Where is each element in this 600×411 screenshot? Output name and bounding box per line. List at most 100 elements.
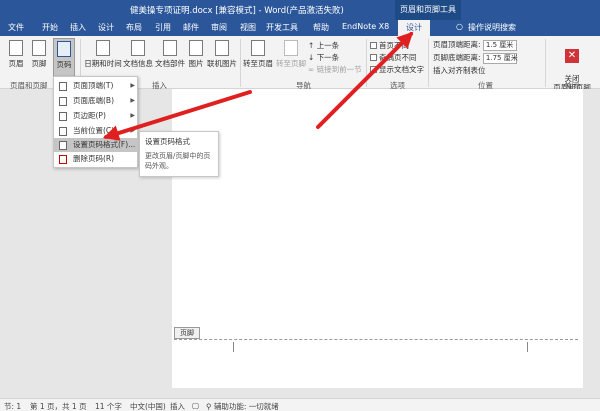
first-page-diff-checkbox[interactable]: 首页不同: [370, 40, 409, 51]
checkbox-icon: [370, 66, 377, 73]
context-tools-label: 页眉和页脚工具: [395, 0, 461, 20]
status-language[interactable]: 中文(中国): [130, 401, 166, 411]
header-icon: [9, 40, 23, 56]
insert-align-tab-button[interactable]: 插入对齐制表位: [433, 65, 486, 76]
tab-file[interactable]: 文件: [8, 22, 24, 33]
header-label: 页眉: [8, 59, 24, 68]
tab-design[interactable]: 设计: [98, 22, 114, 33]
menu-item-label: 当前位置(C): [73, 126, 115, 135]
chevron-right-icon: ▶: [130, 112, 135, 119]
footer-button[interactable]: 页脚: [29, 40, 49, 69]
tab-endnote[interactable]: EndNote X8: [342, 22, 389, 31]
doc-parts-label: 文档部件: [155, 59, 185, 68]
chevron-right-icon: ▶: [130, 82, 135, 89]
current-position-icon: [59, 127, 67, 136]
format-page-numbers-tooltip: 设置页码格式 更改页眉/页脚中的页码外观。: [139, 131, 219, 177]
accessibility-icon: ⚲: [206, 402, 212, 411]
checkbox-icon: [370, 42, 377, 49]
tab-home[interactable]: 开始: [42, 22, 58, 33]
tell-me-search[interactable]: 操作说明搜索: [468, 22, 516, 33]
tab-help[interactable]: 帮助: [313, 22, 329, 33]
menu-item-remove-page-numbers[interactable]: 删除页码(R): [54, 152, 139, 166]
link-prev-button[interactable]: ∞ 链接到前一节: [308, 64, 362, 75]
odd-even-diff-checkbox[interactable]: 奇偶页不同: [370, 52, 417, 63]
chevron-right-icon: ▶: [130, 127, 135, 134]
footer-icon: [32, 40, 46, 56]
tooltip-title: 设置页码格式: [145, 137, 190, 146]
goto-footer-button[interactable]: 转至页脚: [276, 40, 306, 69]
tab-view[interactable]: 视图: [240, 22, 256, 33]
page-top-icon: [59, 82, 67, 91]
arrow-down-icon: ↓: [308, 53, 315, 62]
odd-even-diff-label: 奇偶页不同: [379, 53, 417, 62]
footer-bottom-distance: 页脚底端距离: 1.75 厘米: [433, 52, 518, 64]
header-button[interactable]: 页眉: [6, 40, 26, 69]
separator: [545, 39, 546, 87]
page-bottom-icon: [59, 97, 67, 106]
tab-layout[interactable]: 布局: [126, 22, 142, 33]
menu-item-top-of-page[interactable]: 页面顶端(T) ▶: [54, 79, 139, 93]
header-top-distance: 页眉顶端距离: 1.5 厘米: [433, 39, 517, 51]
goto-footer-icon: [284, 40, 298, 56]
tab-hf-design[interactable]: 设计: [398, 20, 430, 36]
page-margins-icon: [59, 112, 67, 121]
first-page-diff-label: 首页不同: [379, 41, 409, 50]
menu-item-label: 页面底端(B): [73, 96, 114, 105]
tab-developer[interactable]: 开发工具: [266, 22, 298, 33]
arrow-up-icon: ↑: [308, 41, 315, 50]
prev-label: 上一条: [316, 41, 340, 50]
menu-item-bottom-of-page[interactable]: 页面底端(B) ▶: [54, 94, 139, 108]
header-top-label: 页眉顶端距离:: [433, 40, 481, 49]
online-picture-icon: [215, 40, 229, 56]
menu-item-format-page-numbers[interactable]: 设置页码格式(F)...: [54, 138, 139, 152]
online-picture-label: 联机图片: [207, 59, 237, 68]
show-doc-text-checkbox[interactable]: 显示文档文字: [370, 64, 424, 75]
footer-bottom-input[interactable]: 1.75 厘米: [482, 52, 518, 64]
picture-label: 图片: [188, 59, 204, 68]
doc-info-label: 文档信息: [123, 59, 153, 68]
prev-button[interactable]: ↑ 上一条: [308, 40, 339, 51]
tooltip-description: 更改页眉/页脚中的页码外观。: [145, 152, 211, 170]
calendar-icon: [96, 40, 110, 56]
picture-icon: [189, 40, 203, 56]
doc-parts-button[interactable]: 文档部件: [155, 40, 185, 69]
remove-page-numbers-icon: [59, 155, 67, 164]
footer-label: 页脚: [31, 59, 47, 68]
doc-info-button[interactable]: 文档信息: [123, 40, 153, 69]
tab-insert[interactable]: 插入: [70, 22, 86, 33]
doc-info-icon: [131, 40, 145, 56]
tab-references[interactable]: 引用: [155, 22, 171, 33]
date-time-button[interactable]: 日期和时间: [84, 40, 122, 69]
title-bar: 健美操专项证明.docx [兼容模式] - Word(产品激活失败): [0, 0, 600, 20]
header-top-input[interactable]: 1.5 厘米: [482, 39, 517, 51]
status-words[interactable]: 11 个字: [95, 401, 122, 411]
next-label: 下一条: [316, 53, 340, 62]
separator: [240, 39, 241, 87]
close-icon: ✕: [565, 49, 579, 63]
link-prev-label: 链接到前一节: [316, 65, 362, 74]
tab-mailings[interactable]: 邮件: [183, 22, 199, 33]
status-section[interactable]: 节: 1: [4, 401, 21, 411]
tab-review[interactable]: 审阅: [211, 22, 227, 33]
menu-item-label: 页边距(P): [73, 111, 106, 120]
status-page[interactable]: 第 1 页，共 1 页: [30, 401, 87, 411]
page-number-button[interactable]: 页码: [53, 38, 75, 78]
accessibility-status[interactable]: ⚲ 辅助功能: 一切就绪: [206, 401, 279, 411]
ribbon-tabs: 文件 开始 插入 设计 布局 引用 邮件 审阅 视图 开发工具 帮助 EndNo…: [0, 20, 600, 36]
lightbulb-icon: ○: [456, 22, 463, 31]
status-insert-mode[interactable]: 插入: [170, 401, 185, 411]
menu-item-page-margins[interactable]: 页边距(P) ▶: [54, 109, 139, 123]
doc-parts-icon: [163, 40, 177, 56]
separator: [366, 39, 367, 87]
picture-button[interactable]: 图片: [187, 40, 205, 69]
online-picture-button[interactable]: 联机图片: [207, 40, 237, 69]
menu-item-current-position[interactable]: 当前位置(C) ▶: [54, 124, 139, 138]
goto-header-button[interactable]: 转至页眉: [243, 40, 273, 69]
insert-align-tab-label: 插入对齐制表位: [433, 66, 486, 75]
goto-header-icon: [251, 40, 265, 56]
macro-record-icon[interactable]: ▢: [192, 401, 199, 410]
next-button[interactable]: ↓ 下一条: [308, 52, 339, 63]
menu-item-label: 删除页码(R): [73, 154, 115, 163]
tab-marker: [527, 342, 528, 352]
page-number-menu: 页面顶端(T) ▶ 页面底端(B) ▶ 页边距(P) ▶ 当前位置(C) ▶ 设…: [53, 76, 139, 168]
